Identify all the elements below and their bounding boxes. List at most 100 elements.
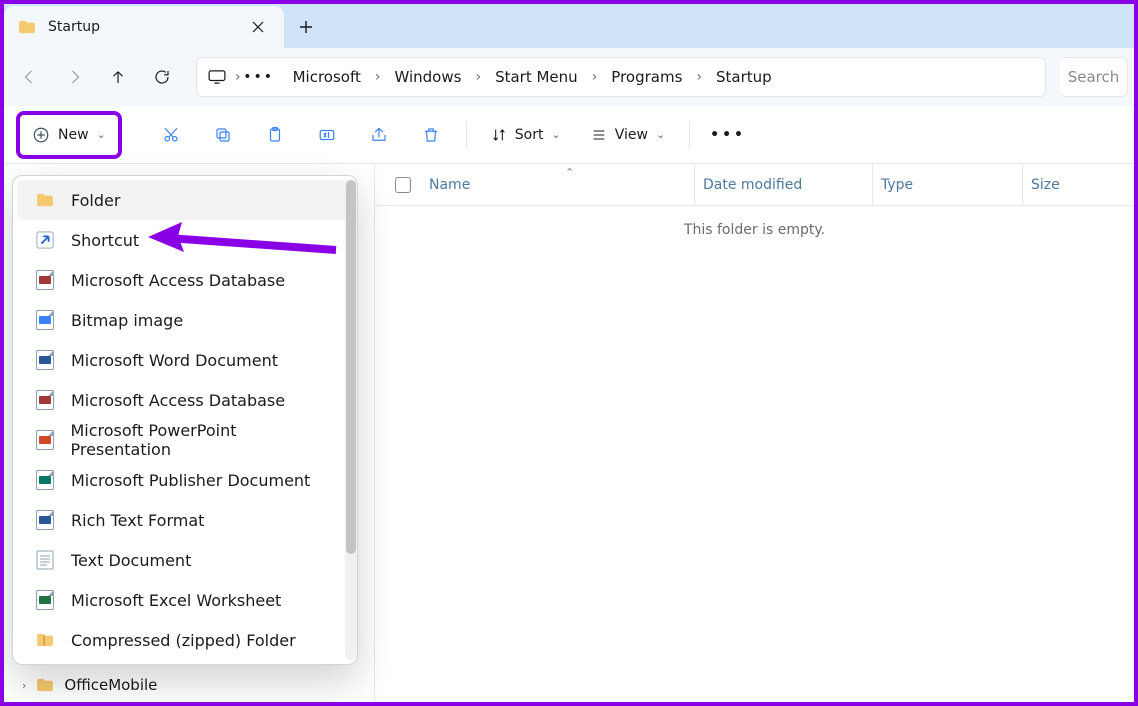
share-button[interactable] (358, 114, 400, 156)
access-icon (35, 270, 55, 290)
chevron-down-icon: ⌄ (97, 128, 106, 141)
new-menu-item-access[interactable]: Microsoft Access Database (17, 380, 353, 420)
new-menu-item-access[interactable]: Microsoft Access Database (17, 260, 353, 300)
chevron-down-icon: ⌄ (656, 128, 665, 141)
powerpoint-icon (35, 430, 54, 450)
empty-folder-message: This folder is empty. (375, 206, 1134, 238)
more-button[interactable]: ••• (704, 114, 752, 156)
zip-icon (35, 633, 55, 647)
refresh-button[interactable] (142, 57, 182, 97)
new-tab-button[interactable] (284, 6, 328, 48)
paste-button[interactable] (254, 114, 296, 156)
chevron-right-icon[interactable]: › (586, 69, 604, 85)
menu-item-label: Folder (71, 191, 120, 210)
publisher-icon (35, 470, 55, 490)
rtf-icon (35, 510, 55, 530)
menu-item-label: Microsoft Access Database (71, 271, 285, 290)
bitmap-icon (35, 310, 55, 330)
copy-button[interactable] (202, 114, 244, 156)
column-headers: ⌃ Name Date modified Type Size (375, 164, 1134, 206)
new-menu-item-word[interactable]: Microsoft Word Document (17, 340, 353, 380)
back-button[interactable] (10, 57, 50, 97)
breadcrumb-segment[interactable]: Programs (605, 64, 688, 90)
folder-icon (36, 678, 54, 692)
search-placeholder: Search (1068, 68, 1120, 86)
column-header-date[interactable]: Date modified (695, 164, 873, 205)
sort-indicator-icon: ⌃ (565, 166, 574, 179)
menu-item-label: Microsoft Word Document (71, 351, 278, 370)
separator (689, 121, 690, 149)
new-menu-item-text[interactable]: Text Document (17, 540, 353, 580)
sort-label: Sort (515, 127, 544, 143)
delete-button[interactable] (410, 114, 452, 156)
forward-button[interactable] (54, 57, 94, 97)
tab-strip: Startup (0, 0, 1138, 48)
tab-title: Startup (48, 19, 234, 35)
tree-item-officemobile[interactable]: › OfficeMobile (22, 676, 157, 694)
separator (466, 121, 467, 149)
menu-item-label: Text Document (71, 551, 191, 570)
menu-item-label: Microsoft Excel Worksheet (71, 591, 281, 610)
column-header-type[interactable]: Type (873, 164, 1023, 205)
file-list: ⌃ Name Date modified Type Size This fold… (374, 164, 1134, 702)
tab-close-button[interactable] (246, 15, 270, 39)
ellipsis-icon: ••• (710, 127, 746, 143)
word-icon (35, 350, 55, 370)
address-bar[interactable]: › ••• Microsoft › Windows › Start Menu ›… (196, 57, 1046, 97)
menu-item-label: Compressed (zipped) Folder (71, 631, 296, 650)
active-tab[interactable]: Startup (4, 6, 284, 48)
breadcrumb-segment[interactable]: Start Menu (489, 64, 584, 90)
up-button[interactable] (98, 57, 138, 97)
view-button[interactable]: View ⌄ (581, 114, 675, 156)
new-button[interactable]: New ⌄ (22, 117, 116, 153)
menu-item-label: Microsoft PowerPoint Presentation (70, 421, 335, 459)
select-all-checkbox[interactable] (385, 177, 421, 193)
menu-item-label: Shortcut (71, 231, 139, 250)
column-header-name[interactable]: Name (421, 164, 695, 205)
new-menu-item-publisher[interactable]: Microsoft Publisher Document (17, 460, 353, 500)
sort-icon (491, 127, 507, 143)
annotation-arrow (148, 220, 338, 260)
breadcrumb-segment[interactable]: Windows (388, 64, 467, 90)
view-icon (591, 127, 607, 143)
chevron-right-icon[interactable]: › (690, 69, 708, 85)
new-menu-item-powerpoint[interactable]: Microsoft PowerPoint Presentation (17, 420, 353, 460)
new-menu-item-bitmap[interactable]: Bitmap image (17, 300, 353, 340)
breadcrumb-segment[interactable]: Startup (710, 64, 778, 90)
overflow-icon[interactable]: ••• (249, 69, 269, 85)
chevron-down-icon: ⌄ (551, 128, 560, 141)
folder-icon (35, 193, 55, 207)
column-header-size[interactable]: Size (1023, 164, 1124, 205)
chevron-right-icon[interactable]: › (369, 69, 387, 85)
chevron-right-icon: › (22, 679, 26, 692)
shortcut-icon (35, 231, 55, 249)
menu-item-label: Bitmap image (71, 311, 183, 330)
scrollbar-thumb[interactable] (346, 180, 356, 554)
breadcrumb-segment[interactable]: Microsoft (287, 64, 367, 90)
plus-circle-icon (32, 126, 50, 144)
pc-icon (207, 70, 227, 84)
excel-icon (35, 590, 55, 610)
sort-button[interactable]: Sort ⌄ (481, 114, 571, 156)
access-icon (35, 390, 55, 410)
annotation-highlight-new: New ⌄ (16, 111, 122, 159)
view-label: View (615, 127, 648, 143)
search-input[interactable]: Search (1060, 57, 1128, 97)
menu-item-label: Microsoft Publisher Document (71, 471, 310, 490)
menu-item-label: Rich Text Format (71, 511, 204, 530)
text-icon (35, 550, 55, 570)
chevron-right-icon[interactable]: › (469, 69, 487, 85)
folder-icon (18, 20, 36, 34)
tree-item-label: OfficeMobile (64, 676, 157, 694)
new-button-label: New (58, 127, 89, 143)
menu-item-label: Microsoft Access Database (71, 391, 285, 410)
menu-scrollbar[interactable] (345, 180, 357, 660)
rename-button[interactable] (306, 114, 348, 156)
command-bar: New ⌄ Sort ⌄ View ⌄ ••• (0, 106, 1138, 164)
new-menu-item-excel[interactable]: Microsoft Excel Worksheet (17, 580, 353, 620)
new-menu-item-folder[interactable]: Folder (17, 180, 353, 220)
cut-button[interactable] (150, 114, 192, 156)
new-menu-item-rtf[interactable]: Rich Text Format (17, 500, 353, 540)
navigation-bar: › ••• Microsoft › Windows › Start Menu ›… (0, 48, 1138, 106)
new-menu-item-zip[interactable]: Compressed (zipped) Folder (17, 620, 353, 660)
